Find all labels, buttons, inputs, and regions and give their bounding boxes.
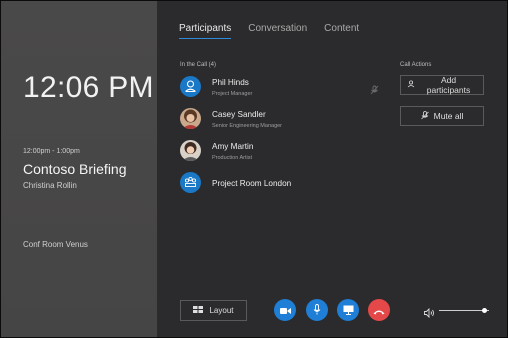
in-call-label: In the Call (4) [180,62,217,68]
add-participants-button[interactable]: Add participants [400,75,484,95]
layout-icon [193,306,204,315]
add-participants-label: Add participants [426,75,471,95]
microphone-button[interactable] [306,299,328,321]
participant-row[interactable]: Phil Hinds Project Manager [180,73,379,105]
mute-all-label: Mute all [433,111,464,121]
call-actions-label: Call Actions [400,62,432,68]
mic-muted-icon [420,110,429,122]
add-person-icon [407,80,415,90]
participant-row[interactable]: Amy Martin Production Artist [180,137,370,169]
video-camera-icon [279,303,291,318]
participant-row[interactable]: Casey Sandler Senior Engineering Manager [180,105,370,137]
meeting-window: 12:06 PM 12:00pm - 1:00pm Contoso Briefi… [0,0,508,338]
meeting-time: 12:00pm - 1:00pm [23,148,80,155]
participant-list: Phil Hinds Project Manager Casey Sandler… [180,73,379,201]
tab-content[interactable]: Content [324,23,359,39]
participant-title: Senior Engineering Manager [212,123,283,129]
meeting-room: Conf Room Venus [23,240,88,249]
microphone-icon [313,303,321,318]
clock: 12:06 PM [23,71,154,104]
participant-name: Casey Sandler [212,110,266,119]
person-icon [180,76,201,97]
meeting-title: Contoso Briefing [23,161,127,177]
mute-all-button[interactable]: Mute all [400,106,484,126]
participant-name: Phil Hinds [212,78,249,87]
tab-bar: Participants Conversation Content [179,23,359,39]
participant-name: Project Room London [212,179,292,188]
layout-button[interactable]: Layout [180,300,247,321]
call-panel: Participants Conversation Content In the… [157,1,507,337]
tab-participants[interactable]: Participants [179,23,232,39]
share-screen-button[interactable] [337,299,359,321]
layout-label: Layout [209,306,234,315]
participant-title: Production Artist [212,155,253,161]
speaker-icon [424,305,435,323]
mic-muted-icon [370,82,379,100]
monitor-icon [343,303,354,318]
avatar [180,108,201,129]
phone-hang-up-icon [373,303,385,318]
volume-slider[interactable] [439,308,489,313]
room-icon [180,172,201,193]
meeting-info-panel: 12:06 PM 12:00pm - 1:00pm Contoso Briefi… [1,1,157,337]
participant-row[interactable]: Project Room London [180,169,370,201]
avatar [180,140,201,161]
hang-up-button[interactable] [368,299,390,321]
video-button[interactable] [274,299,296,321]
volume-slider-handle[interactable] [481,308,487,313]
participant-name: Amy Martin [212,142,254,151]
meeting-organizer: Christina Rollin [23,181,77,190]
participant-title: Project Manager [212,91,253,97]
tab-conversation[interactable]: Conversation [248,23,307,39]
